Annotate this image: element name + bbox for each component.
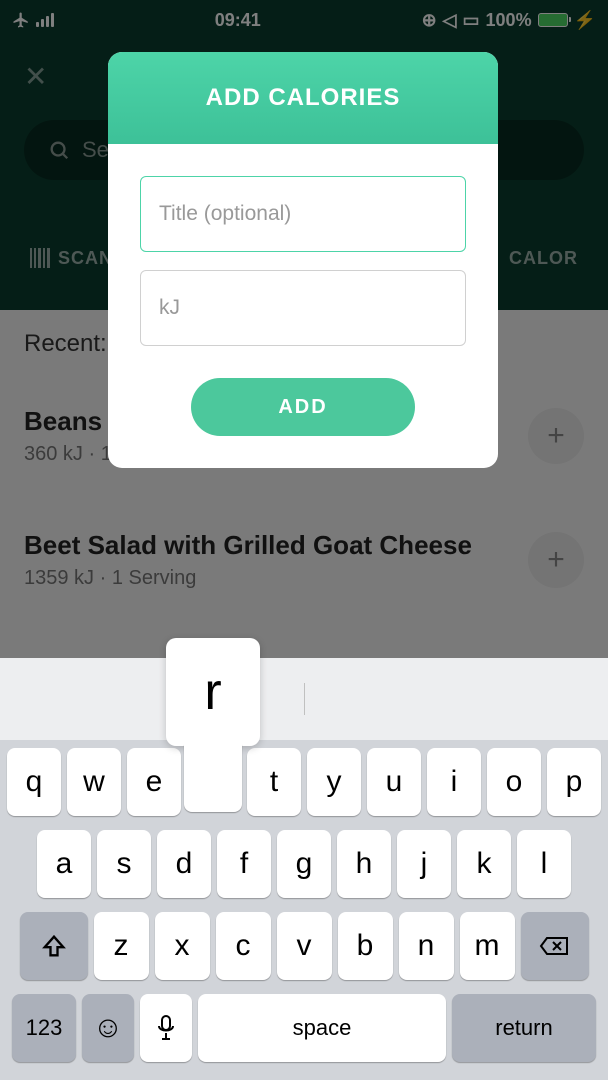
key-123[interactable]: 123 [12,994,76,1062]
key-j[interactable]: j [397,830,451,898]
key-mic[interactable] [140,994,192,1062]
key-h[interactable]: h [337,830,391,898]
key-f[interactable]: f [217,830,271,898]
key-popup: r [166,638,260,812]
title-input[interactable] [140,176,466,252]
key-u[interactable]: u [367,748,421,816]
key-q[interactable]: q [7,748,61,816]
key-x[interactable]: x [155,912,210,980]
key-i[interactable]: i [427,748,481,816]
add-button[interactable]: ADD [191,378,415,436]
modal-body: ADD [108,144,498,468]
key-row-2: a s d f g h j k l [6,830,602,898]
key-s[interactable]: s [97,830,151,898]
key-y[interactable]: y [307,748,361,816]
emoji-icon: ☺ [93,1011,124,1045]
key-emoji[interactable]: ☺ [82,994,134,1062]
suggestion-bar [0,658,608,740]
key-row-1: q w e t y u i o p [6,748,602,816]
key-k[interactable]: k [457,830,511,898]
bottom-row: 123 ☺ space return [6,994,602,1062]
key-z[interactable]: z [94,912,149,980]
key-row-3: z x c v b n m [6,912,602,980]
backspace-icon [539,934,571,958]
modal-header: ADD CALORIES [108,52,498,144]
key-d[interactable]: d [157,830,211,898]
key-space[interactable]: space [198,994,446,1062]
key-shift[interactable] [20,912,88,980]
key-l[interactable]: l [517,830,571,898]
shift-icon [40,932,68,960]
key-popup-letter: r [166,638,260,746]
kj-input[interactable] [140,270,466,346]
key-backspace[interactable] [521,912,589,980]
key-o[interactable]: o [487,748,541,816]
mic-icon [156,1014,176,1042]
key-c[interactable]: c [216,912,271,980]
keyboard: q w e t y u i o p a s d f g h j k l [0,658,608,1080]
key-m[interactable]: m [460,912,515,980]
key-a[interactable]: a [37,830,91,898]
key-b[interactable]: b [338,912,393,980]
key-g[interactable]: g [277,830,331,898]
key-w[interactable]: w [67,748,121,816]
key-n[interactable]: n [399,912,454,980]
key-v[interactable]: v [277,912,332,980]
add-calories-modal: ADD CALORIES ADD [108,52,498,468]
key-return[interactable]: return [452,994,596,1062]
key-p[interactable]: p [547,748,601,816]
modal-title: ADD CALORIES [128,84,478,112]
